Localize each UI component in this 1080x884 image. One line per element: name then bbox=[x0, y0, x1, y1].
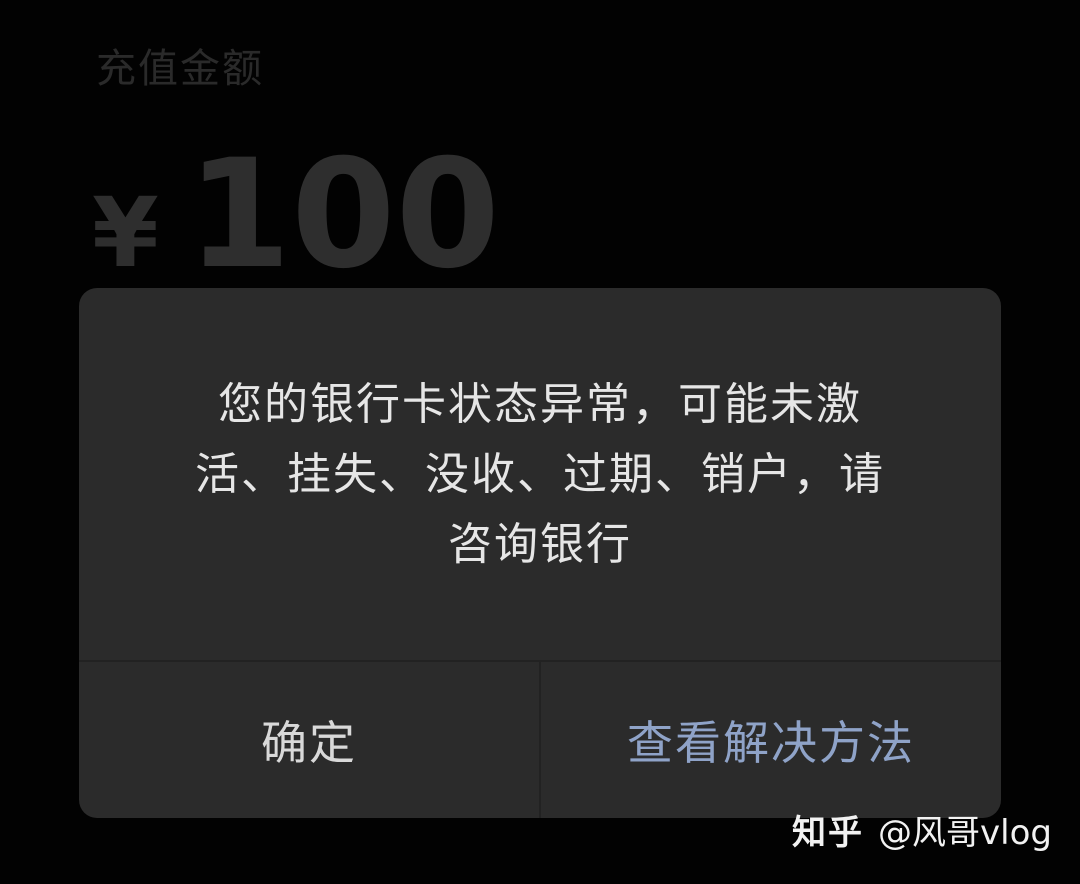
zhihu-watermark: 知乎 @风哥vlog bbox=[792, 805, 1052, 854]
confirm-button[interactable]: 确定 bbox=[79, 662, 539, 818]
dialog-message: 您的银行卡状态异常，可能未激 活、挂失、没收、过期、销户，请 咨询银行 bbox=[195, 379, 885, 570]
amount-value: 100 bbox=[186, 128, 500, 302]
bank-card-error-dialog: 您的银行卡状态异常，可能未激 活、挂失、没收、过期、销户，请 咨询银行 确定 查… bbox=[79, 288, 1001, 818]
recharge-amount-label: 充值金额 bbox=[96, 46, 264, 92]
watermark-author: @风哥vlog bbox=[878, 813, 1052, 853]
currency-symbol: ¥ bbox=[92, 177, 159, 289]
watermark-brand: 知乎 bbox=[792, 813, 865, 853]
amount-display: ¥ 100 bbox=[92, 140, 500, 290]
payment-screen: 充值金额 ¥ 100 您的银行卡状态异常，可能未激 活、挂失、没收、过期、销户，… bbox=[0, 0, 1080, 884]
view-solution-button[interactable]: 查看解决方法 bbox=[541, 662, 1001, 818]
